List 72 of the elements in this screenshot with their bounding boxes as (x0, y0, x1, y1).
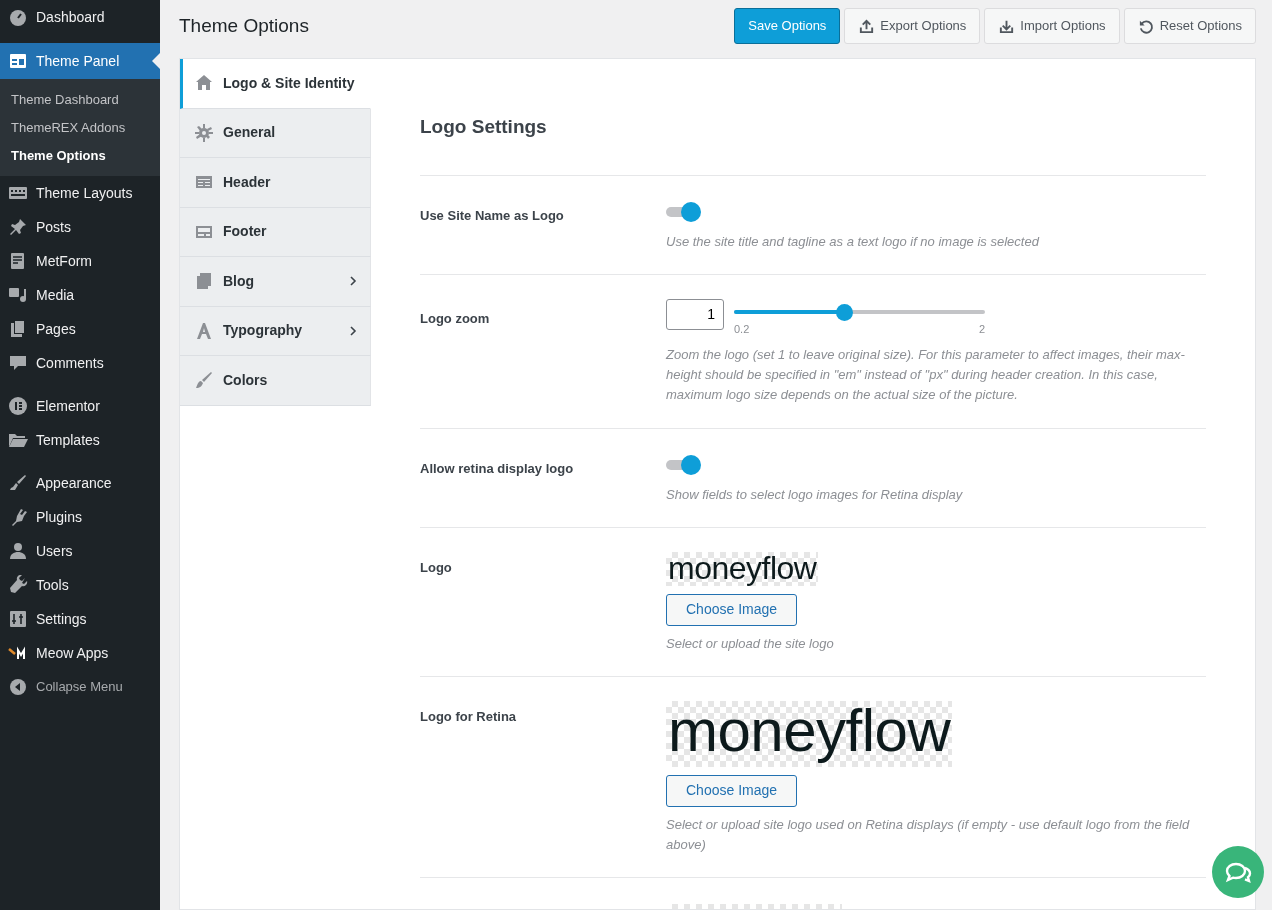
slider-max: 2 (978, 321, 985, 337)
nav-tab[interactable]: Footer (180, 207, 371, 257)
sidebar-item[interactable]: Elementor (0, 389, 160, 423)
sidebar-item[interactable]: Dashboard (0, 0, 160, 34)
sidebar-item[interactable]: Theme Panel (0, 43, 160, 79)
sidebar-item[interactable]: Templates (0, 423, 160, 457)
menu-icon (8, 285, 28, 305)
sidebar-item[interactable]: Meow Apps (0, 636, 160, 670)
chevron-icon (348, 276, 358, 287)
nav-tab[interactable]: Typography (180, 306, 371, 356)
sidebar-item[interactable]: Media (0, 278, 160, 312)
home-icon (195, 74, 213, 93)
setting-label: Logo zoom (420, 309, 491, 328)
setting-description: Select or upload the site logo (666, 634, 835, 653)
sidebar-item[interactable]: Settings (0, 602, 160, 636)
sidebar-item[interactable]: Pages (0, 312, 160, 346)
setting-description: Zoom the logo (set 1 to leave original size). For this parameter to affect images, their max-height should be specified in "em" instead of "px" during header creation. In this case, maximum logo size depends on the actual size of the picture. (666, 346, 1186, 405)
setting-description: Select or upload site logo used on Retina displays (if empty - use default logo from the field above) (666, 815, 1191, 854)
sidebar-item[interactable]: Tools (0, 568, 160, 602)
menu-icon (8, 7, 28, 27)
menu-icon (8, 609, 28, 629)
sidebar-item[interactable]: Comments (0, 346, 160, 380)
sidebar-item[interactable]: Users (0, 534, 160, 568)
sidebar-item[interactable]: Theme Layouts (0, 176, 160, 210)
menu-icon (8, 51, 28, 71)
submenu-item[interactable]: Theme Options (0, 142, 160, 170)
sidebar-item[interactable]: Plugins (0, 500, 160, 534)
choose-image-button[interactable]: Choose Image (666, 593, 798, 626)
menu-icon (8, 575, 28, 595)
reset-icon (1137, 17, 1155, 35)
brush-icon (195, 371, 213, 390)
menu-icon (8, 396, 28, 416)
sidebar-item[interactable]: MetForm (0, 244, 160, 278)
gear-icon (195, 123, 213, 142)
menu-icon (8, 353, 28, 373)
page-title: Theme Options (179, 14, 309, 38)
menu-icon (8, 473, 28, 493)
sidebar-item[interactable]: Collapse Menu (0, 670, 160, 704)
slider[interactable] (734, 303, 985, 321)
toolbar-button[interactable]: Export Options (844, 8, 981, 44)
collapse-icon (8, 677, 28, 697)
number-field[interactable]: 1 (666, 298, 724, 330)
nav-tab[interactable]: Header (180, 158, 371, 208)
chevron-icon (348, 325, 358, 336)
slider-min: 0.2 (734, 321, 750, 337)
upload-icon (858, 17, 876, 35)
letter-icon (195, 321, 213, 340)
nav-tab[interactable]: General (180, 108, 371, 158)
toolbar-button[interactable]: Import Options (984, 8, 1120, 44)
section-title: Logo Settings (420, 115, 548, 139)
setting-description: Show fields to select logo images for Retina display (666, 485, 964, 504)
logo-image: moneyflow (666, 700, 953, 767)
submenu-item[interactable]: ThemeREX Addons (0, 114, 160, 142)
setting-label: Use Site Name as Logo (420, 206, 565, 225)
chat-icon (1224, 860, 1252, 884)
pages-icon (195, 272, 213, 291)
submenu-item[interactable]: Theme Dashboard (0, 86, 160, 114)
sidebar-item[interactable]: Posts (0, 210, 160, 244)
nav-tab[interactable]: Colors (180, 356, 371, 406)
menu-icon (8, 541, 28, 561)
setting-label: Logo (420, 558, 453, 577)
slider-thumb[interactable] (836, 303, 854, 321)
menu-icon (8, 217, 28, 237)
logo-image: moneyflow (666, 551, 819, 586)
nav-tab[interactable]: Logo & Site Identity (180, 59, 371, 109)
setting-label: Allow retina display logo (420, 459, 575, 478)
choose-image-button[interactable]: Choose Image (666, 774, 798, 807)
setting-description: Use the site title and tagline as a text logo if no image is selected (666, 232, 1041, 251)
setting-label: Logo for Retina (420, 707, 518, 726)
sidebar-item[interactable]: Appearance (0, 466, 160, 500)
toolbar-button[interactable]: Reset Options (1123, 8, 1256, 44)
nav-tab[interactable]: Blog (180, 257, 371, 307)
